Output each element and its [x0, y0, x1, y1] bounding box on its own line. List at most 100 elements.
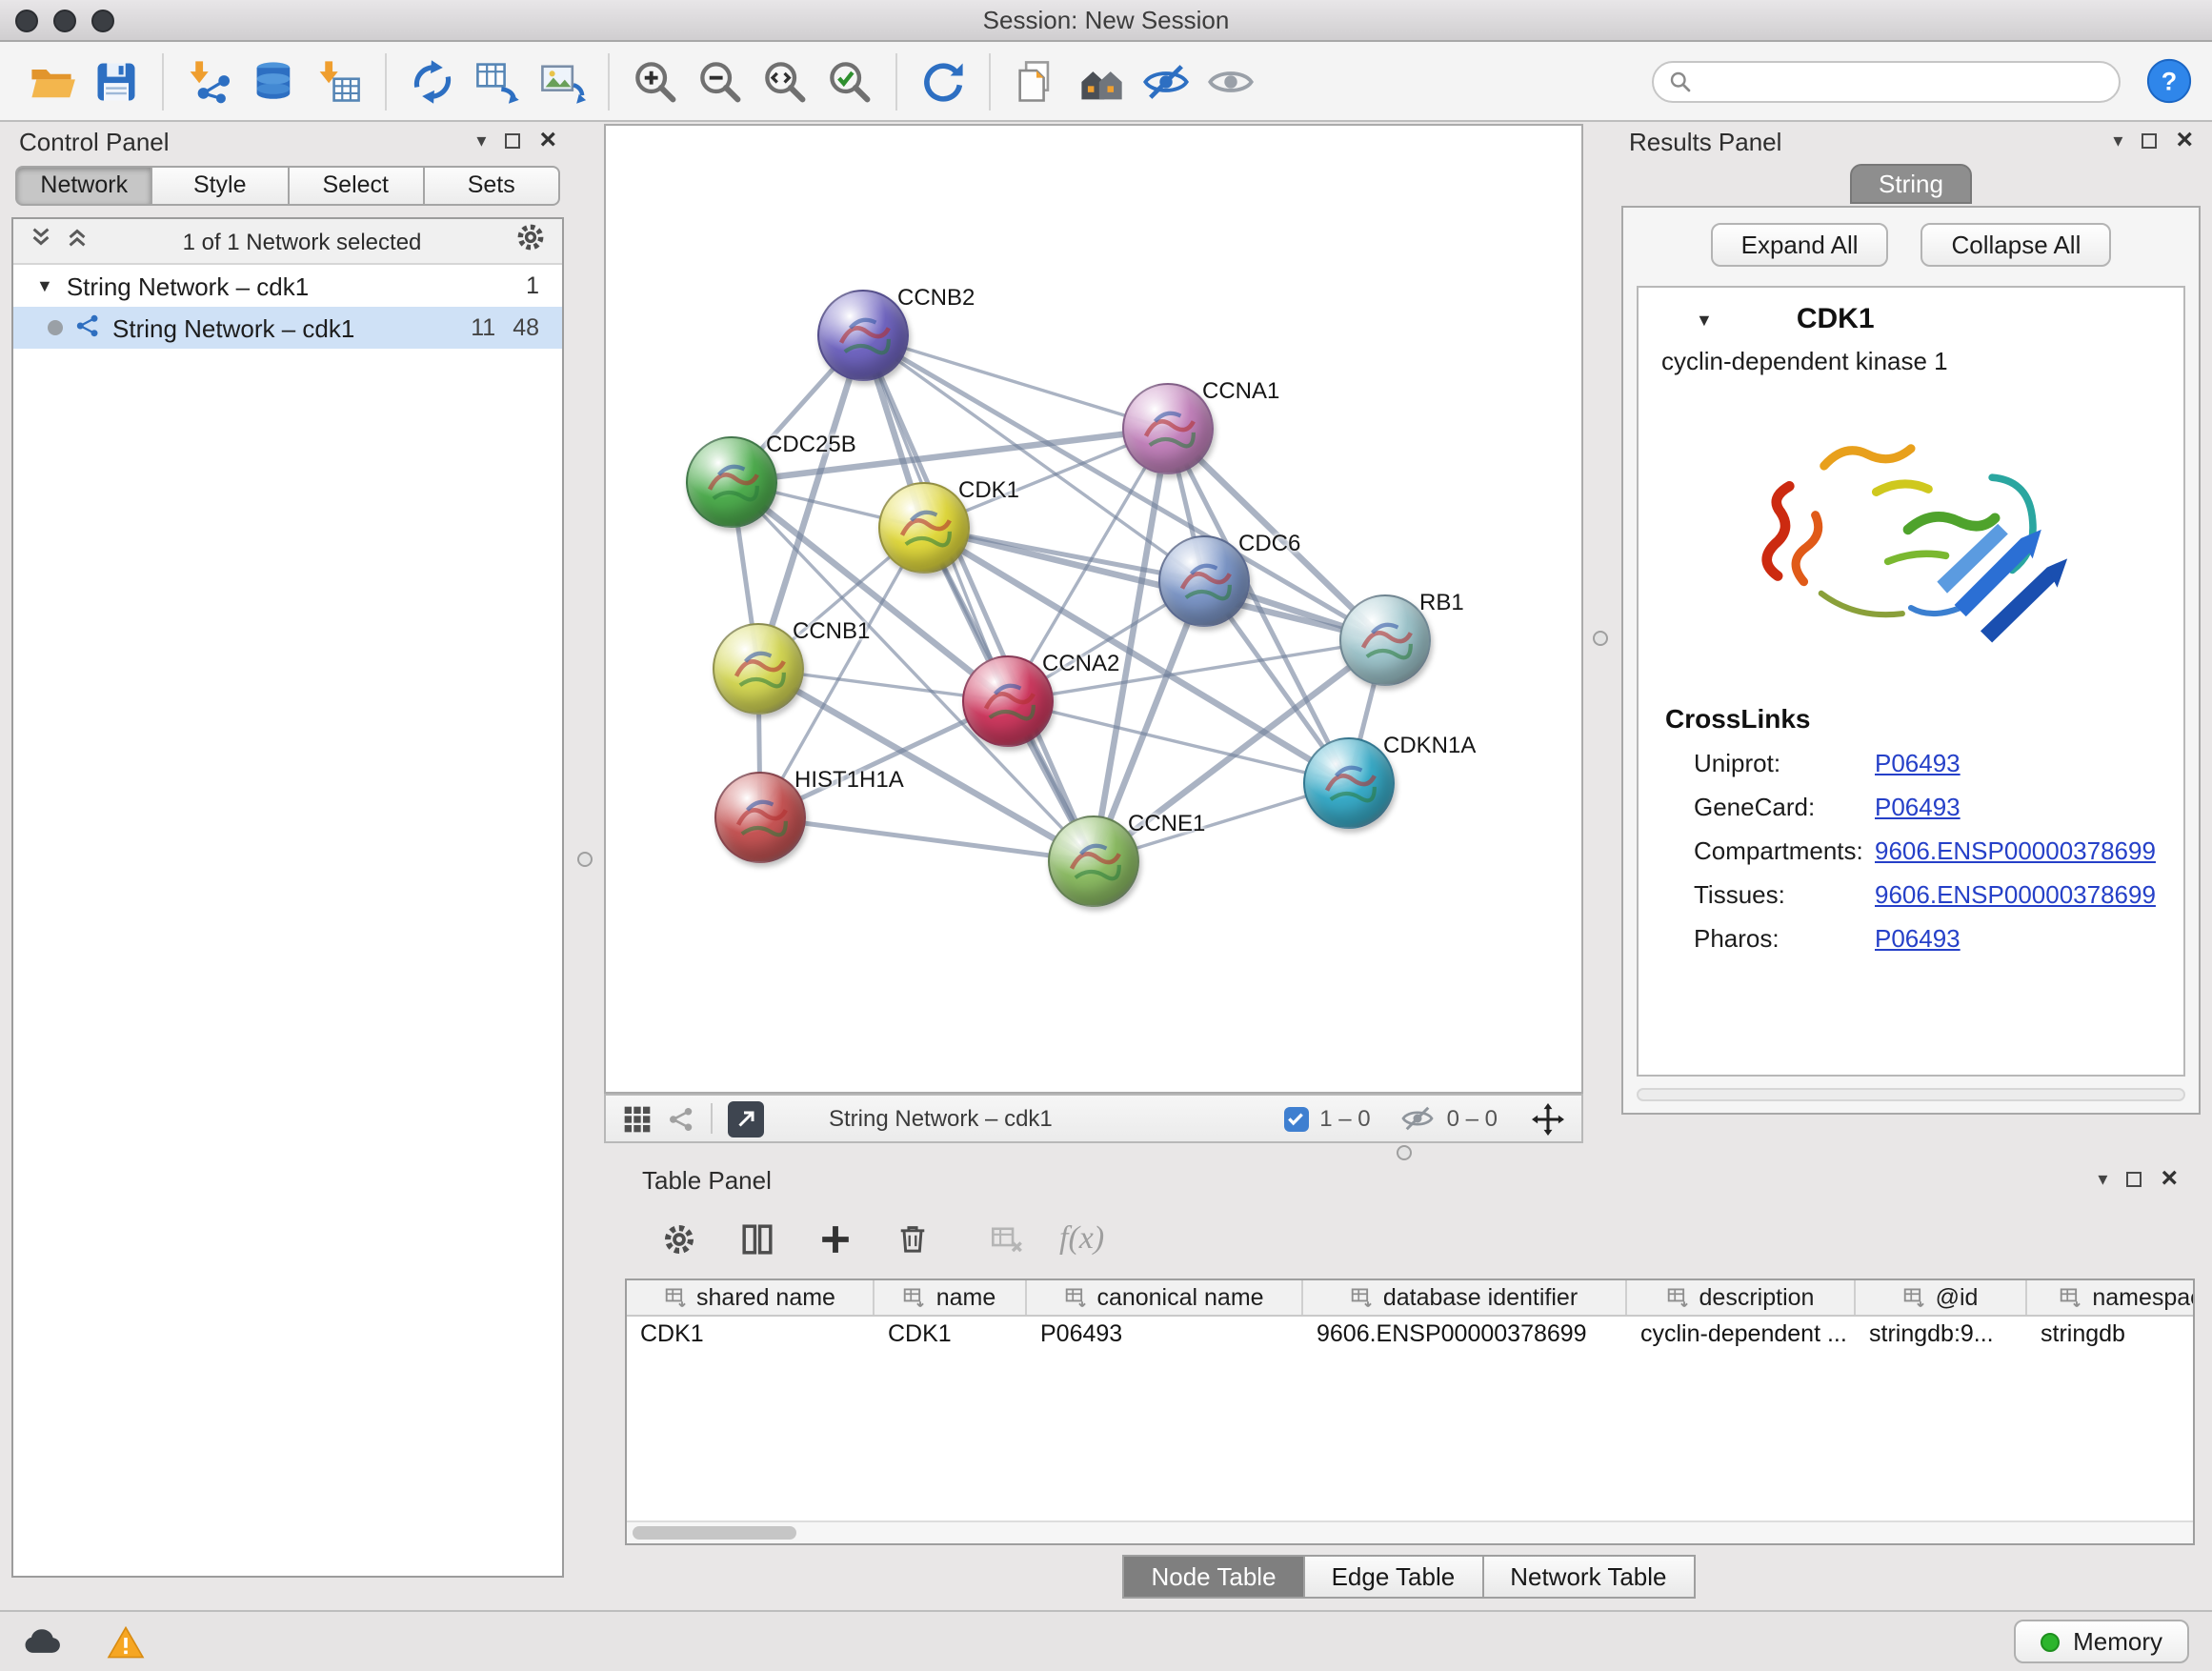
show-columns-icon[interactable] [732, 1214, 781, 1263]
panel-menu-icon[interactable]: ▾ [476, 131, 486, 151]
import-network-file-icon[interactable] [177, 49, 242, 113]
open-in-browser-icon[interactable] [728, 1100, 764, 1137]
network-options-gear-icon[interactable] [514, 220, 547, 262]
panel-close-icon[interactable]: × [539, 131, 556, 151]
collapse-all-icon[interactable] [29, 224, 53, 258]
help-icon[interactable]: ? [2143, 56, 2193, 106]
network-node-CCNA1[interactable] [1122, 383, 1214, 474]
share-network-icon[interactable] [667, 1104, 695, 1133]
expand-all-icon[interactable] [65, 224, 90, 258]
memory-button[interactable]: Memory [2014, 1620, 2189, 1663]
collection-expand-icon[interactable]: ▼ [36, 276, 53, 295]
tab-edge-table[interactable]: Edge Table [1303, 1555, 1484, 1599]
network-node-CCNB2[interactable] [817, 290, 909, 381]
save-session-icon[interactable] [84, 49, 149, 113]
cloud-icon[interactable] [23, 1625, 65, 1658]
table-cell[interactable]: P06493 [1027, 1317, 1303, 1351]
open-session-icon[interactable] [19, 49, 84, 113]
refresh-layout-icon[interactable] [911, 49, 975, 113]
column-header[interactable]: canonical name [1027, 1280, 1303, 1315]
network-canvas[interactable]: CCNB2CCNA1CDC25BCDK1CDC6RB1CCNB1CCNA2CDK… [604, 124, 1583, 1094]
column-header[interactable]: shared name [627, 1280, 875, 1315]
crosslink-link[interactable]: P06493 [1875, 749, 1961, 777]
control-tab-style[interactable]: Style [153, 166, 290, 206]
table-cell[interactable]: CDK1 [875, 1317, 1027, 1351]
table-hscroll-thumb[interactable] [633, 1526, 796, 1540]
panel-float-icon[interactable] [2142, 133, 2157, 149]
birdseye-view-icon[interactable] [623, 1104, 652, 1133]
network-node-CDC6[interactable] [1158, 535, 1250, 627]
column-header[interactable]: database identifier [1303, 1280, 1627, 1315]
table-cell[interactable]: 9606.ENSP00000378699 [1303, 1317, 1627, 1351]
panel-menu-icon[interactable]: ▾ [2113, 131, 2122, 151]
network-edge[interactable] [760, 817, 1094, 861]
search-input[interactable] [1701, 68, 2103, 94]
panel-float-icon[interactable] [505, 133, 520, 149]
new-network-icon[interactable] [400, 49, 465, 113]
column-header[interactable]: namespac [2027, 1280, 2195, 1315]
network-node-RB1[interactable] [1339, 594, 1431, 686]
network-row-selected[interactable]: String Network – cdk1 11 48 [13, 307, 562, 349]
table-hscrollbar[interactable] [627, 1520, 2193, 1543]
table-cell[interactable]: CDK1 [627, 1317, 875, 1351]
network-node-CDC25B[interactable] [686, 436, 777, 528]
zoom-out-icon[interactable] [688, 49, 753, 113]
crosslink-link[interactable]: P06493 [1875, 924, 1961, 953]
crosslink-link[interactable]: 9606.ENSP00000378699 [1875, 880, 2156, 909]
add-column-icon[interactable] [810, 1214, 859, 1263]
first-neighbors-icon[interactable] [1069, 49, 1134, 113]
panel-float-icon[interactable] [2126, 1172, 2142, 1187]
panel-close-icon[interactable]: × [2161, 1170, 2178, 1189]
table-cell[interactable]: stringdb [2027, 1317, 2195, 1351]
horizontal-splitter-handle[interactable] [1397, 1145, 1412, 1160]
results-scrollbar[interactable] [1637, 1088, 2185, 1101]
tab-string[interactable]: String [1850, 164, 1972, 204]
control-tab-sets[interactable]: Sets [425, 166, 561, 206]
network-node-CDKN1A[interactable] [1303, 737, 1395, 829]
control-tab-select[interactable]: Select [289, 166, 425, 206]
column-header[interactable]: description [1627, 1280, 1856, 1315]
zoom-in-icon[interactable] [623, 49, 688, 113]
tab-node-table[interactable]: Node Table [1122, 1555, 1304, 1599]
table-cell[interactable]: stringdb:9... [1856, 1317, 2027, 1351]
zoom-selected-icon[interactable] [817, 49, 882, 113]
selected-checkbox-icon[interactable] [1283, 1106, 1308, 1131]
table-cell[interactable]: cyclin-dependent ... [1627, 1317, 1856, 1351]
duplicate-network-icon[interactable] [1004, 49, 1069, 113]
network-edge[interactable] [863, 335, 1168, 429]
warning-icon[interactable] [107, 1624, 145, 1659]
network-node-CDK1[interactable] [878, 482, 970, 574]
collapse-all-button[interactable]: Collapse All [1921, 223, 2112, 267]
column-header[interactable]: @id [1856, 1280, 2027, 1315]
fit-content-crosshair-icon[interactable] [1532, 1102, 1564, 1135]
column-header[interactable]: name [875, 1280, 1027, 1315]
network-node-CCNB1[interactable] [713, 623, 804, 715]
vertical-splitter-handle[interactable] [577, 852, 593, 867]
function-builder-icon[interactable]: f(x) [1059, 1219, 1104, 1258]
crosslink-link[interactable]: P06493 [1875, 793, 1961, 821]
network-node-CCNA2[interactable] [962, 655, 1054, 747]
expand-all-button[interactable]: Expand All [1711, 223, 1889, 267]
collapse-section-icon[interactable]: ▼ [1696, 310, 1713, 329]
network-node-CCNE1[interactable] [1048, 815, 1139, 907]
delete-table-icon[interactable] [981, 1214, 1031, 1263]
zoom-fit-icon[interactable] [753, 49, 817, 113]
show-all-icon[interactable] [1198, 49, 1263, 113]
crosslink-link[interactable]: 9606.ENSP00000378699 [1875, 836, 2156, 865]
hide-selected-icon[interactable] [1134, 49, 1198, 113]
panel-close-icon[interactable]: × [2176, 131, 2193, 151]
network-node-HIST1H1A[interactable] [714, 772, 806, 863]
export-image-icon[interactable] [530, 49, 594, 113]
import-network-database-icon[interactable] [242, 49, 307, 113]
panel-menu-icon[interactable]: ▾ [2098, 1169, 2107, 1190]
table-row[interactable]: CDK1CDK1P064939606.ENSP00000378699cyclin… [627, 1317, 2193, 1351]
tab-network-table[interactable]: Network Table [1481, 1555, 1695, 1599]
network-collection-row[interactable]: ▼ String Network – cdk1 1 [13, 265, 562, 307]
vertical-splitter-handle[interactable] [1593, 631, 1608, 646]
new-table-icon[interactable] [465, 49, 530, 113]
import-table-icon[interactable] [307, 49, 372, 113]
table-settings-gear-icon[interactable] [654, 1214, 703, 1263]
hidden-eye-icon[interactable] [1401, 1101, 1436, 1136]
delete-column-icon[interactable] [888, 1214, 937, 1263]
control-tab-network[interactable]: Network [15, 166, 153, 206]
